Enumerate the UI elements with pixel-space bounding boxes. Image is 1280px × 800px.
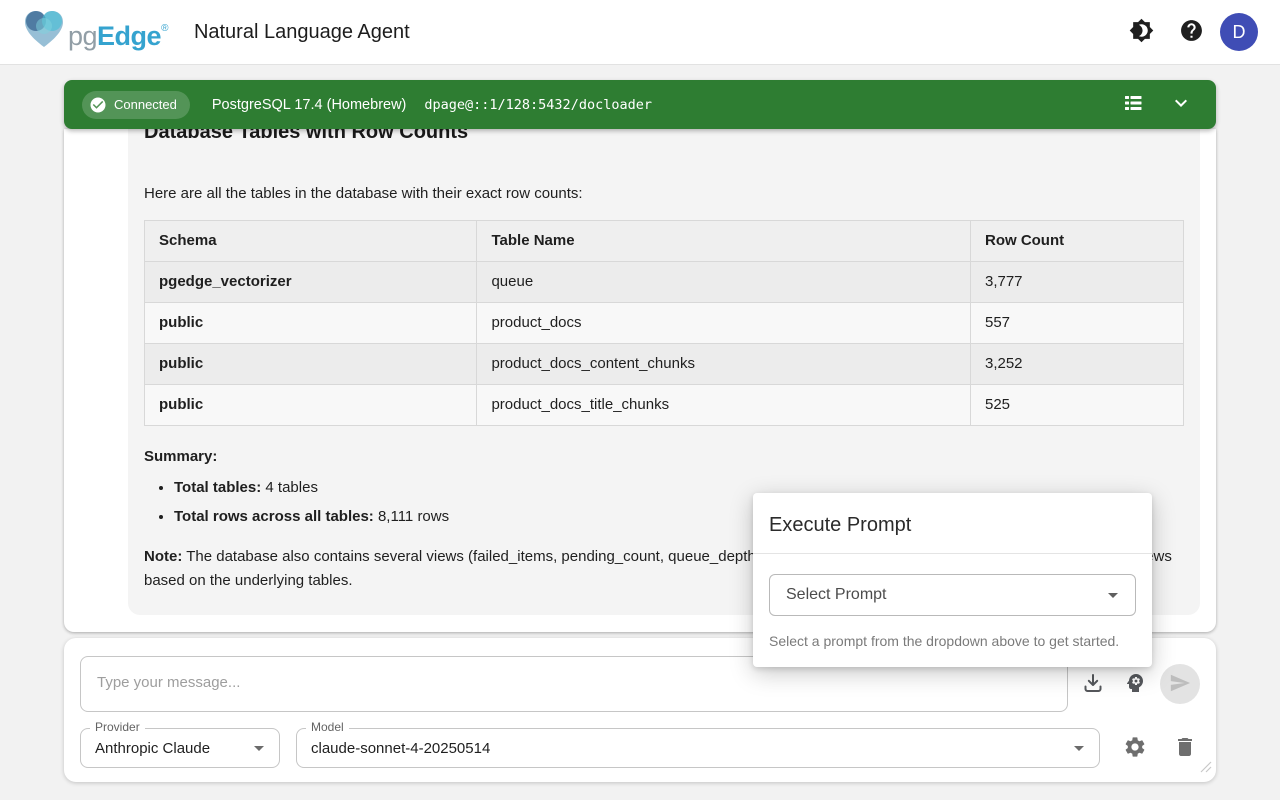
app-window: pgEdge® Natural Language Agent D Connect… [0, 0, 1280, 800]
gear-icon [1123, 735, 1147, 762]
app-header: pgEdge® Natural Language Agent D [0, 0, 1280, 65]
cell-schema: public [145, 344, 477, 385]
server-version-label: PostgreSQL 17.4 (Homebrew) [212, 97, 407, 113]
model-label: Model [306, 720, 349, 734]
cell-row-count: 3,252 [970, 344, 1183, 385]
provider-select[interactable]: Provider Anthropic Claude [80, 728, 280, 768]
model-select[interactable]: Model claude-sonnet-4-20250514 [296, 728, 1100, 768]
pgedge-logo: pgEdge® [22, 9, 168, 56]
pgedge-wordmark: pgEdge® [68, 9, 168, 56]
table-header-row: Schema Table Name Row Count [145, 221, 1184, 262]
message-intro: Here are all the tables in the database … [144, 183, 1184, 204]
cell-schema: public [145, 385, 477, 426]
connection-bar: Connected PostgreSQL 17.4 (Homebrew) dpa… [64, 80, 1216, 129]
download-icon [1081, 671, 1105, 698]
connection-status-badge: Connected [82, 91, 190, 119]
brightness-icon [1129, 18, 1154, 46]
message-heading: Database Tables with Row Counts [144, 129, 1184, 145]
settings-button[interactable] [1118, 731, 1152, 765]
connection-collapse-button[interactable] [1164, 88, 1198, 122]
dropdown-arrow-icon [247, 736, 271, 760]
model-value: claude-sonnet-4-20250514 [311, 740, 490, 757]
cell-table-name: queue [477, 262, 971, 303]
prompt-select-value: Select Prompt [786, 586, 886, 604]
cell-table-name: product_docs [477, 303, 971, 344]
cell-schema: public [145, 303, 477, 344]
psychology-icon [1123, 671, 1147, 698]
help-button[interactable] [1170, 11, 1212, 53]
column-header-table-name: Table Name [477, 221, 971, 262]
execute-prompt-title: Execute Prompt [769, 513, 1136, 537]
list-icon [1121, 91, 1145, 118]
divider [753, 553, 1152, 554]
cell-table-name: product_docs_content_chunks [477, 344, 971, 385]
table-row: public product_docs_content_chunks 3,252 [145, 344, 1184, 385]
dropdown-arrow-icon [1101, 583, 1125, 607]
check-circle-icon [89, 96, 107, 114]
connection-list-button[interactable] [1116, 88, 1150, 122]
cell-schema: pgedge_vectorizer [145, 262, 477, 303]
header-actions: D [1120, 11, 1258, 53]
connection-bar-actions [1116, 88, 1198, 122]
dark-mode-toggle-button[interactable] [1120, 11, 1162, 53]
table-row: public product_docs_title_chunks 525 [145, 385, 1184, 426]
table-row: pgedge_vectorizer queue 3,777 [145, 262, 1184, 303]
summary-heading: Summary: [144, 446, 1184, 467]
provider-value: Anthropic Claude [95, 740, 210, 757]
cell-row-count: 557 [970, 303, 1183, 344]
page-title: Natural Language Agent [194, 21, 410, 44]
provider-label: Provider [90, 720, 145, 734]
download-button[interactable] [1076, 667, 1110, 701]
column-header-schema: Schema [145, 221, 477, 262]
prompt-select-helper-text: Select a prompt from the dropdown above … [769, 633, 1136, 649]
help-icon [1179, 18, 1204, 46]
pgedge-heart-icon [22, 9, 66, 54]
chevron-down-icon [1169, 91, 1193, 118]
cell-row-count: 525 [970, 385, 1183, 426]
cell-row-count: 3,777 [970, 262, 1183, 303]
prompt-suggestions-button[interactable] [1118, 667, 1152, 701]
prompt-select[interactable]: Select Prompt [769, 574, 1136, 616]
user-avatar[interactable]: D [1220, 13, 1258, 51]
delete-button[interactable] [1168, 731, 1202, 765]
trash-icon [1173, 735, 1197, 762]
table-row: public product_docs 557 [145, 303, 1184, 344]
cell-table-name: product_docs_title_chunks [477, 385, 971, 426]
send-icon [1169, 672, 1191, 697]
resize-grip-icon[interactable] [1200, 760, 1212, 778]
connection-status-label: Connected [114, 97, 177, 112]
send-button[interactable] [1160, 664, 1200, 704]
dropdown-arrow-icon [1067, 736, 1091, 760]
results-table: Schema Table Name Row Count pgedge_vecto… [144, 220, 1184, 426]
column-header-row-count: Row Count [970, 221, 1183, 262]
execute-prompt-dialog: Execute Prompt Select Prompt Select a pr… [753, 493, 1152, 667]
connection-string-label: dpage@::1/128:5432/docloader [424, 97, 652, 113]
